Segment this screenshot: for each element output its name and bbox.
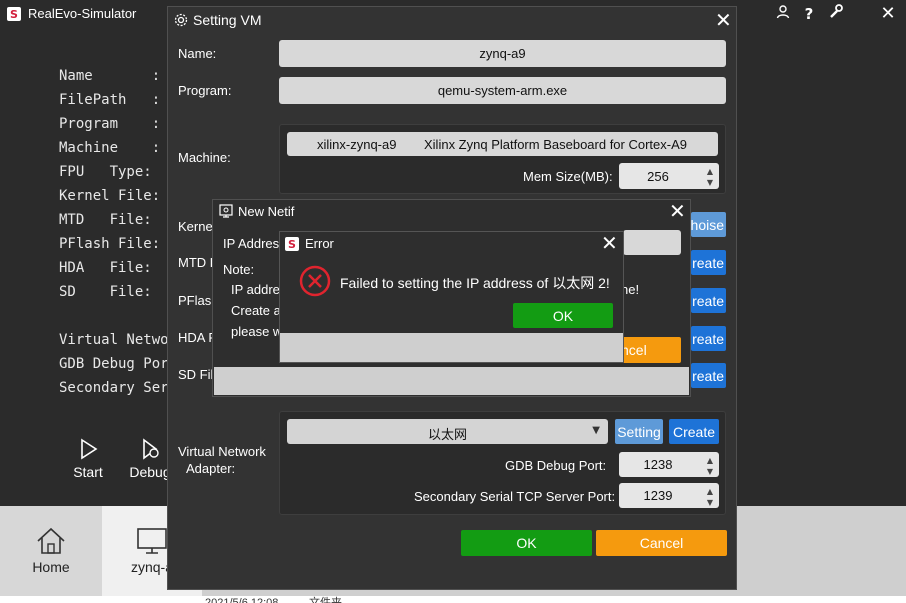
tab-home[interactable]: Home	[0, 506, 102, 596]
info-name: Name :	[59, 68, 161, 84]
error-app-logo-icon: S	[285, 237, 299, 251]
gdb-port-label: GDB Debug Port:	[505, 458, 607, 473]
home-icon	[37, 527, 65, 554]
help-icon[interactable]: ?	[798, 4, 820, 24]
hda-label: HDA F	[178, 330, 217, 345]
info-secondary-serial: Secondary Seri	[59, 380, 178, 396]
adapter-value: 以太网	[427, 427, 467, 442]
kernel-label: Kerne	[178, 219, 213, 234]
pflash-create-button[interactable]: reate	[691, 288, 726, 313]
new-netif-title: New Netif	[238, 204, 295, 219]
start-button[interactable]: Start	[68, 438, 108, 480]
name-label: Name:	[178, 46, 217, 61]
app-logo-icon: S	[7, 7, 21, 21]
background-file-row: 2021/5/6 12:08 文件夹	[205, 597, 342, 603]
gdb-port-value: 1238	[643, 457, 673, 472]
program-label: Program:	[178, 83, 232, 98]
network-group: 以太网 ▼ Setting Create GDB Debug Port: 123…	[279, 411, 726, 515]
info-machine: Machine :	[59, 140, 161, 156]
spin-arrows-icon[interactable]: ▲ ▼	[707, 486, 713, 508]
mem-size-label: Mem Size(MB):	[523, 169, 613, 184]
info-mtd: MTD File:	[59, 212, 152, 228]
adapter-create-button[interactable]: Create	[669, 419, 719, 444]
info-fpu: FPU Type:	[59, 164, 152, 180]
netif-note-line2: Create a	[231, 303, 281, 318]
serial-port-spinbox[interactable]: 1239 ▲ ▼	[619, 483, 719, 508]
error-ok-button[interactable]: OK	[513, 303, 613, 328]
error-close-icon[interactable]: ✕	[601, 233, 618, 253]
vna-label-line2: Adapter:	[186, 461, 236, 476]
play-icon	[81, 438, 98, 460]
netif-note-line1: IP addre	[231, 282, 280, 297]
machine-id: xilinx-zynq-a9	[317, 136, 397, 152]
info-hda: HDA File:	[59, 260, 152, 276]
netif-footer	[214, 367, 689, 395]
info-gdb-port: GDB Debug Port	[59, 356, 178, 372]
info-program: Program :	[59, 116, 161, 132]
setting-vm-title: Setting VM	[193, 12, 262, 28]
user-icon[interactable]	[772, 4, 794, 24]
kernel-choise-button[interactable]: hoise	[691, 212, 726, 237]
netif-note-line3: please w	[231, 324, 283, 339]
gear-icon	[174, 13, 188, 27]
chevron-down-icon: ▼	[592, 425, 600, 436]
machine-select[interactable]: xilinx-zynq-a9 Xilinx Zynq Platform Base…	[287, 132, 718, 156]
sd-create-button[interactable]: reate	[691, 363, 726, 388]
mem-size-spinbox[interactable]: 256 ▲ ▼	[619, 163, 719, 189]
monitor-icon	[137, 528, 167, 554]
info-sd: SD File:	[59, 284, 152, 300]
machine-group: xilinx-zynq-a9 Xilinx Zynq Platform Base…	[279, 124, 726, 194]
info-virtual-network: Virtual Networ	[59, 332, 178, 348]
spin-arrows-icon[interactable]: ▲ ▼	[707, 166, 713, 188]
info-filepath: FilePath :	[59, 92, 161, 108]
serial-port-value: 1239	[643, 488, 673, 503]
netif-ip-label: IP Addres	[223, 236, 280, 251]
setting-close-icon[interactable]: ✕	[715, 10, 732, 30]
netif-note-label: Note:	[223, 262, 255, 277]
wrench-icon[interactable]	[824, 4, 846, 24]
error-message: Failed to setting the IP address of 以太网 …	[340, 275, 610, 291]
vna-label-line1: Virtual Network	[178, 444, 266, 459]
spin-arrows-icon[interactable]: ▲ ▼	[707, 455, 713, 477]
close-icon[interactable]: ✕	[877, 4, 899, 24]
netif-close-icon[interactable]: ✕	[669, 201, 686, 221]
error-icon	[299, 265, 331, 297]
name-field[interactable]: zynq-a9	[279, 40, 726, 67]
setting-ok-button[interactable]: OK	[461, 530, 592, 556]
start-label: Start	[73, 464, 103, 480]
machine-desc: Xilinx Zynq Platform Baseboard for Corte…	[424, 136, 687, 152]
adapter-select[interactable]: 以太网 ▼	[287, 419, 608, 444]
app-title: RealEvo-Simulator	[28, 6, 137, 21]
hda-create-button[interactable]: reate	[691, 326, 726, 351]
debug-button[interactable]: Debug	[129, 438, 171, 480]
machine-label: Machine:	[178, 150, 231, 165]
gdb-port-spinbox[interactable]: 1238 ▲ ▼	[619, 452, 719, 477]
error-title: Error	[305, 236, 334, 251]
error-footer	[280, 333, 623, 362]
error-dialog: S Error ✕ Failed to setting the IP addre…	[279, 231, 624, 363]
serial-port-label: Secondary Serial TCP Server Port:	[414, 489, 616, 504]
adapter-setting-button[interactable]: Setting	[615, 419, 663, 444]
info-pflash: PFlash File:	[59, 236, 161, 252]
debug-icon	[143, 438, 159, 460]
mtd-create-button[interactable]: reate	[691, 250, 726, 275]
netif-ip-field[interactable]	[623, 230, 681, 255]
info-kernel: Kernel File:	[59, 188, 161, 204]
debug-label: Debug	[129, 464, 171, 480]
mem-size-value: 256	[647, 168, 669, 184]
setting-cancel-button[interactable]: Cancel	[596, 530, 727, 556]
program-field[interactable]: qemu-system-arm.exe	[279, 77, 726, 104]
network-card-icon	[219, 204, 233, 218]
tab-home-label: Home	[32, 559, 70, 575]
